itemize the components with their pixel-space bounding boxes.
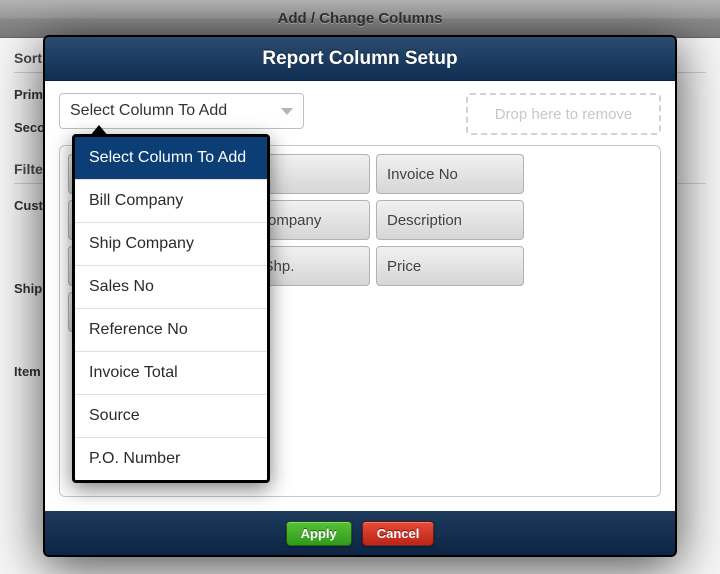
cancel-button[interactable]: Cancel — [362, 521, 435, 546]
modal-header: Report Column Setup — [45, 37, 675, 81]
column-chip[interactable]: Description — [376, 200, 524, 240]
chevron-down-icon — [281, 108, 293, 115]
column-select-option[interactable]: Source — [75, 395, 267, 438]
column-chip-label: Invoice No — [387, 166, 458, 183]
column-select-wrap: Select Column To Add — [59, 93, 304, 129]
column-select-label: Select Column To Add — [70, 102, 227, 120]
column-select-option[interactable]: Bill Company — [75, 180, 267, 223]
column-select-option[interactable]: Invoice Total — [75, 352, 267, 395]
column-chip-label: Price — [387, 258, 421, 275]
column-select-option[interactable]: Reference No — [75, 309, 267, 352]
column-chip-label: Description — [387, 212, 462, 229]
column-chip[interactable]: Invoice No — [376, 154, 524, 194]
modal-title: Report Column Setup — [262, 48, 457, 70]
remove-dropzone[interactable]: Drop here to remove — [466, 93, 661, 135]
apply-button[interactable]: Apply — [286, 521, 352, 546]
modal-footer: Apply Cancel — [45, 511, 675, 555]
dropzone-label: Drop here to remove — [495, 106, 633, 123]
column-select-menu[interactable]: Select Column To AddBill CompanyShip Com… — [72, 134, 270, 483]
column-select-dropdown[interactable]: Select Column To Add — [59, 93, 304, 129]
column-chip[interactable]: Price — [376, 246, 524, 286]
column-select-option[interactable]: P.O. Number — [75, 438, 267, 480]
column-select-option[interactable]: Sales No — [75, 266, 267, 309]
column-select-option[interactable]: Ship Company — [75, 223, 267, 266]
column-select-option[interactable]: Select Column To Add — [75, 137, 267, 180]
